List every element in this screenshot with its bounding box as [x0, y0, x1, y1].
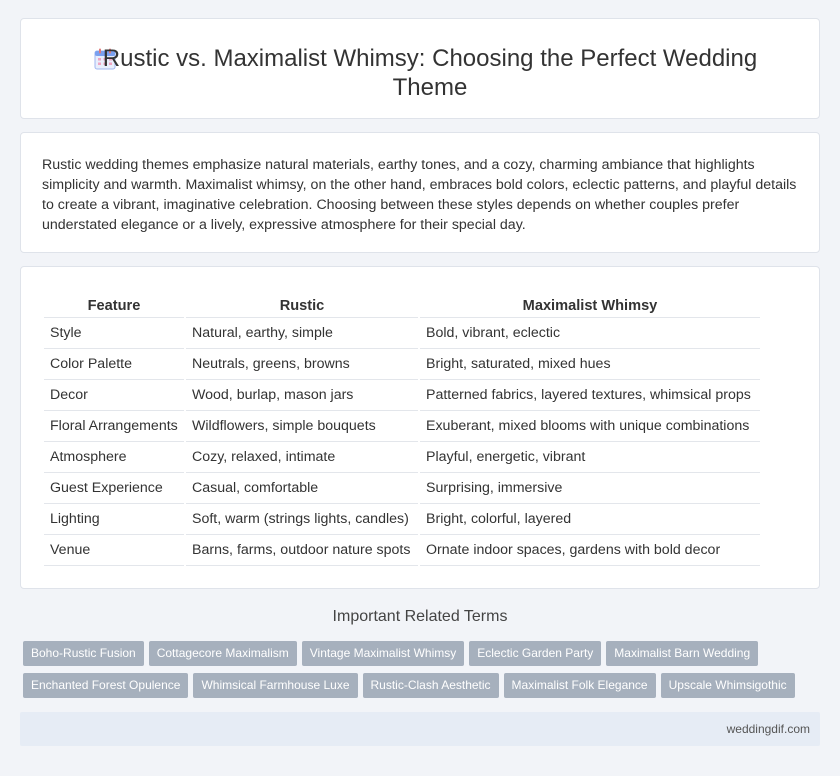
column-header-feature: Feature	[44, 295, 184, 318]
related-term-tag[interactable]: Maximalist Folk Elegance	[503, 673, 656, 698]
table-cell: Soft, warm (strings lights, candles)	[186, 504, 418, 535]
related-term-tag[interactable]: Whimsical Farmhouse Luxe	[193, 673, 358, 698]
title-card: Rustic vs. Maximalist Whimsy: Choosing t…	[20, 18, 820, 119]
table-cell: Style	[44, 318, 184, 349]
table-row: Lighting Soft, warm (strings lights, can…	[44, 504, 760, 535]
table-cell: Atmosphere	[44, 442, 184, 473]
related-term-tag[interactable]: Upscale Whimsigothic	[660, 673, 795, 698]
table-row: Floral Arrangements Wildflowers, simple …	[44, 411, 760, 442]
page-title: Rustic vs. Maximalist Whimsy: Choosing t…	[102, 45, 758, 101]
table-cell: Guest Experience	[44, 473, 184, 504]
table-cell: Bright, saturated, mixed hues	[420, 349, 760, 380]
comparison-card: Feature Rustic Maximalist Whimsy Style N…	[20, 266, 820, 589]
table-cell: Color Palette	[44, 349, 184, 380]
column-header-maximalist: Maximalist Whimsy	[420, 295, 760, 318]
related-term-tag[interactable]: Eclectic Garden Party	[469, 641, 602, 666]
table-cell: Bold, vibrant, eclectic	[420, 318, 760, 349]
related-term-tag[interactable]: Maximalist Barn Wedding	[606, 641, 759, 666]
table-cell: Barns, farms, outdoor nature spots	[186, 535, 418, 566]
table-cell: Casual, comfortable	[186, 473, 418, 504]
comparison-table: Feature Rustic Maximalist Whimsy Style N…	[42, 295, 762, 566]
related-term-tag[interactable]: Cottagecore Maximalism	[148, 641, 297, 666]
table-cell: Playful, energetic, vibrant	[420, 442, 760, 473]
table-cell: Exuberant, mixed blooms with unique comb…	[420, 411, 760, 442]
table-row: Venue Barns, farms, outdoor nature spots…	[44, 535, 760, 566]
related-terms-row: Enchanted Forest Opulence Whimsical Farmh…	[23, 673, 823, 698]
table-row: Decor Wood, burlap, mason jars Patterned…	[44, 380, 760, 411]
table-cell: Venue	[44, 535, 184, 566]
table-cell: Natural, earthy, simple	[186, 318, 418, 349]
related-term-tag[interactable]: Boho-Rustic Fusion	[23, 641, 144, 666]
table-cell: Wood, burlap, mason jars	[186, 380, 418, 411]
related-term-tag[interactable]: Vintage Maximalist Whimsy	[301, 641, 465, 666]
table-row: Atmosphere Cozy, relaxed, intimate Playf…	[44, 442, 760, 473]
footer: weddingdif.com	[20, 712, 820, 746]
table-cell: Bright, colorful, layered	[420, 504, 760, 535]
related-terms-row: Boho-Rustic Fusion Cottagecore Maximalism…	[23, 641, 823, 666]
related-terms-heading: Important Related Terms	[332, 608, 508, 625]
table-cell: Floral Arrangements	[44, 411, 184, 442]
table-cell: Ornate indoor spaces, gardens with bold …	[420, 535, 760, 566]
related-term-tag[interactable]: Rustic-Clash Aesthetic	[362, 673, 499, 698]
related-term-tag[interactable]: Enchanted Forest Opulence	[23, 673, 189, 698]
table-cell: Surprising, immersive	[420, 473, 760, 504]
footer-site-link[interactable]: weddingdif.com	[727, 722, 810, 736]
table-header-row: Feature Rustic Maximalist Whimsy	[44, 295, 760, 318]
table-cell: Decor	[44, 380, 184, 411]
table-cell: Neutrals, greens, browns	[186, 349, 418, 380]
intro-card: Rustic wedding themes emphasize natural …	[20, 132, 820, 253]
table-cell: Lighting	[44, 504, 184, 535]
table-cell: Cozy, relaxed, intimate	[186, 442, 418, 473]
intro-paragraph: Rustic wedding themes emphasize natural …	[42, 157, 797, 233]
table-row: Style Natural, earthy, simple Bold, vibr…	[44, 318, 760, 349]
column-header-rustic: Rustic	[186, 295, 418, 318]
table-cell: Patterned fabrics, layered textures, whi…	[420, 380, 760, 411]
table-cell: Wildflowers, simple bouquets	[186, 411, 418, 442]
table-row: Guest Experience Casual, comfortable Sur…	[44, 473, 760, 504]
table-row: Color Palette Neutrals, greens, browns B…	[44, 349, 760, 380]
